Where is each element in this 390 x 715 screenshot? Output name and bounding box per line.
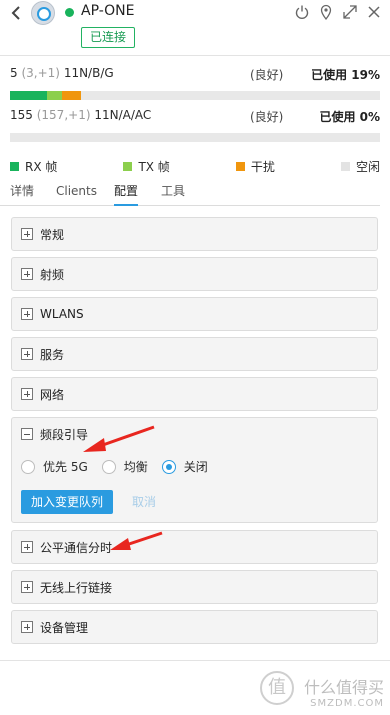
expand-plus-icon: [21, 621, 33, 633]
rx-segment: [10, 91, 47, 100]
tx-segment: [47, 91, 62, 100]
device-name: AP-ONE: [81, 3, 135, 19]
legend-interference: 干扰: [235, 158, 275, 175]
panel-airtime-fairness[interactable]: 公平通信分时: [11, 530, 378, 564]
panel-wlans[interactable]: WLANS: [11, 297, 378, 331]
legend-rx-swatch: [10, 162, 19, 171]
expand-plus-icon: [21, 348, 33, 360]
expand-plus-icon: [21, 581, 33, 593]
radio-off[interactable]: [161, 459, 176, 474]
power-icon[interactable]: [294, 4, 310, 20]
expand-plus-icon: [21, 541, 33, 553]
legend-tx: TX 帧: [123, 158, 170, 175]
legend-idle-swatch: [340, 162, 350, 171]
collapse-minus-icon: [21, 428, 33, 440]
annotation-arrow-icon: [83, 425, 155, 452]
panel-wireless-uplink[interactable]: 无线上行链接: [11, 570, 378, 604]
divider: [0, 660, 390, 661]
tab-tools[interactable]: 工具: [161, 182, 185, 206]
connection-state-badge: 已连接: [81, 27, 136, 48]
annotation-arrow-icon: [110, 531, 163, 550]
expand-plus-icon: [21, 268, 33, 280]
locate-pin-icon[interactable]: [318, 4, 334, 20]
panel-radio[interactable]: 射频: [11, 257, 378, 291]
access-point-icon: [31, 1, 55, 25]
tab-config[interactable]: 配置: [114, 182, 139, 206]
radio-na-usage-bar: [10, 133, 380, 142]
device-header: AP-ONE 已连接: [0, 0, 390, 56]
panel-band-steering: 频段引导 优先 5G 均衡 关闭 加入变更队列 取消: [11, 417, 378, 523]
legend-rx: RX 帧: [10, 158, 57, 175]
radio-na-row: 155 (157,+1) 11N/A/AC (良好) 已使用 0%: [10, 108, 380, 142]
expand-plus-icon: [21, 388, 33, 400]
tab-clients[interactable]: Clients: [56, 182, 97, 206]
watermark-logo: 值: [260, 671, 294, 705]
radio-na-channel-info: 155 (157,+1) 11N/A/AC: [10, 108, 152, 122]
property-tabs: 详情 Clients 配置 工具: [0, 182, 380, 206]
panel-services[interactable]: 服务: [11, 337, 378, 371]
interference-segment: [62, 91, 81, 100]
radio-ng-quality: (良好): [250, 68, 284, 82]
radio-na-quality: (良好): [250, 110, 284, 124]
cancel-button[interactable]: 取消: [132, 490, 156, 514]
legend-interference-swatch: [235, 162, 245, 171]
panel-device-management[interactable]: 设备管理: [11, 610, 378, 644]
online-status-dot: [65, 8, 74, 17]
legend-tx-swatch: [123, 162, 133, 171]
band-steering-options: 优先 5G 均衡 关闭: [21, 458, 214, 475]
radio-ng-usage-bar: [10, 91, 380, 100]
panel-general[interactable]: 常规: [11, 217, 378, 251]
radio-ng-channel-info: 5 (3,+1) 11N/B/G: [10, 66, 114, 80]
close-icon[interactable]: [366, 4, 382, 20]
radio-ng-row: 5 (3,+1) 11N/B/G (良好) 已使用 19%: [10, 66, 380, 100]
expand-plus-icon: [21, 308, 33, 320]
expand-plus-icon: [21, 228, 33, 240]
tab-details[interactable]: 详情: [10, 182, 34, 206]
legend-idle: 空闲: [340, 158, 380, 175]
radio-na-usage: 已使用 0%: [319, 110, 380, 124]
radio-balance[interactable]: [101, 459, 116, 474]
back-arrow-icon[interactable]: [8, 4, 26, 22]
usage-legend: RX 帧 TX 帧 干扰 空闲: [10, 158, 380, 175]
panel-network[interactable]: 网络: [11, 377, 378, 411]
watermark: 什么值得买 SMZDM.COM: [303, 678, 384, 709]
expand-icon[interactable]: [342, 4, 358, 20]
radio-ng-usage: 已使用 19%: [311, 68, 380, 82]
panel-band-steering-header[interactable]: 频段引导: [21, 418, 88, 450]
radio-prefer-5g[interactable]: [21, 459, 35, 474]
add-to-queue-button[interactable]: 加入变更队列: [21, 490, 114, 514]
